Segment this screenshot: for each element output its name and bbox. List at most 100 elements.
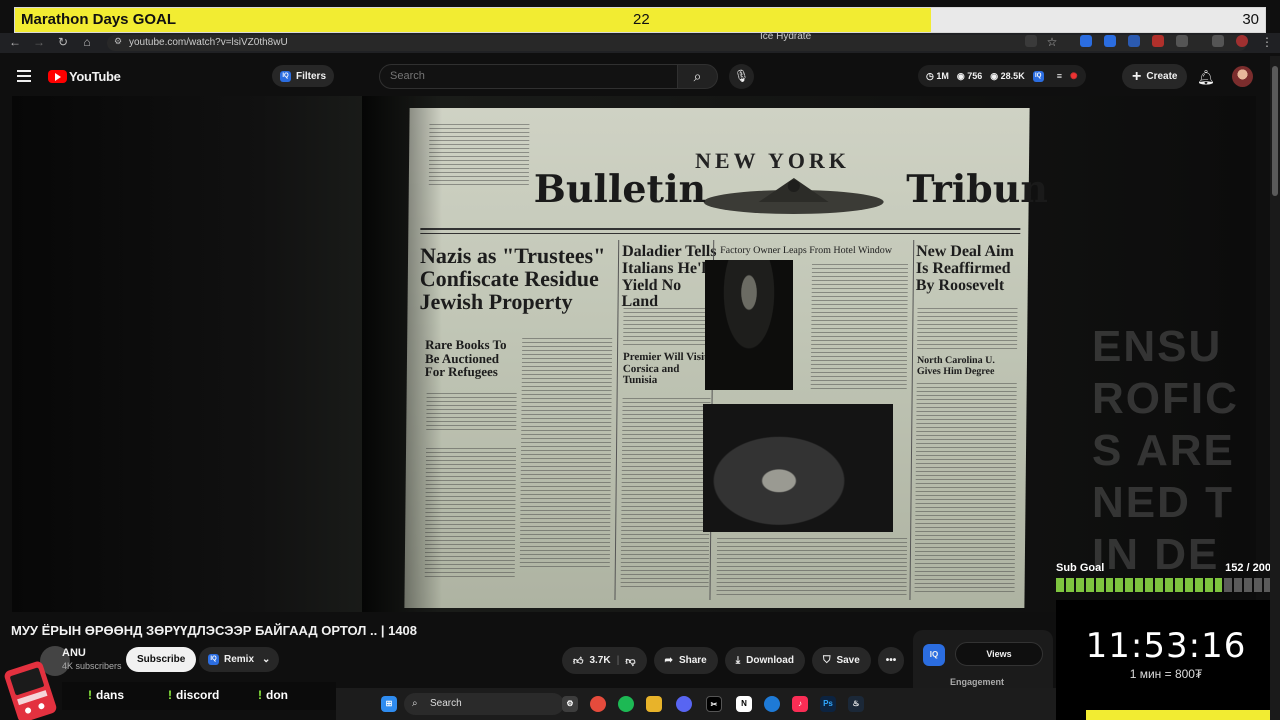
reading-list-icon[interactable] bbox=[1212, 35, 1224, 47]
sub-goal-cell bbox=[1174, 578, 1183, 592]
bookmark-star-icon[interactable]: ☆ bbox=[1045, 35, 1059, 49]
browser-menu-icon[interactable]: ⋮ bbox=[1260, 35, 1274, 49]
taskbar-search[interactable]: ⌕ Search bbox=[404, 693, 564, 715]
page-scrollbar[interactable] bbox=[1270, 56, 1280, 720]
share-icon: ➦ bbox=[664, 655, 673, 666]
reload-icon[interactable]: ↻ bbox=[56, 35, 70, 49]
marathon-goal-title: Marathon Days GOAL bbox=[21, 11, 177, 28]
url-text: youtube.com/watch?v=lsiVZ0th8wU bbox=[129, 37, 288, 48]
youtube-logo-text[interactable]: YouTube bbox=[69, 69, 121, 84]
photoshop-icon[interactable]: Ps bbox=[820, 696, 836, 712]
clock-icon: ◷ bbox=[926, 70, 934, 81]
text-column bbox=[519, 338, 613, 568]
youtube-header: YouTube IQ Filters ⌕ 🎙 ◷ 1M ◉ 756 ◉ 28.5… bbox=[0, 56, 1270, 96]
browser-toolbar: ← → ↻ ⌂ ⚙ youtube.com/watch?v=lsiVZ0th8w… bbox=[0, 31, 1280, 53]
notion-icon[interactable]: N bbox=[736, 696, 752, 712]
create-label: Create bbox=[1146, 71, 1178, 82]
video-player[interactable]: NEW YORK Bulletin Tribun Nazis as "Truste… bbox=[12, 96, 1256, 612]
sub-goal-cell bbox=[1105, 578, 1114, 592]
text-column bbox=[914, 383, 1017, 593]
thumbs-down-icon[interactable]: 👎︎ bbox=[625, 655, 635, 667]
discord-icon[interactable] bbox=[676, 696, 692, 712]
background-sign-line: ROFIC bbox=[1092, 374, 1239, 423]
background-sign-text: ENSU ROFIC S ARE NED T IN DE bbox=[1092, 321, 1239, 581]
filters-label: Filters bbox=[296, 70, 327, 82]
file-explorer-icon[interactable] bbox=[646, 696, 662, 712]
donation-rate: 1 мин = 800₮ bbox=[1129, 667, 1203, 681]
like-count: 3.7K bbox=[589, 655, 611, 666]
forward-icon[interactable]: → bbox=[32, 35, 46, 49]
sub-goal-count: 152 / 200 bbox=[1225, 562, 1271, 574]
tab-views[interactable]: Views bbox=[955, 642, 1043, 666]
more-actions-button[interactable]: ••• bbox=[877, 647, 905, 674]
search-icon: ⌕ bbox=[412, 698, 418, 709]
extension-icon[interactable] bbox=[1128, 35, 1140, 47]
search-box[interactable] bbox=[379, 64, 678, 89]
headline-nazis: Nazis as "Trustees" Confiscate Residue J… bbox=[419, 243, 606, 315]
remix-button[interactable]: IQ Remix ⌄ bbox=[199, 647, 280, 672]
youtube-logo-icon[interactable] bbox=[48, 70, 67, 83]
cast-icon[interactable] bbox=[1025, 35, 1037, 47]
engagement-label: Engagement bbox=[950, 677, 1005, 687]
windows-taskbar: ⊞ ⌕ Search ⚙ ✂ N ♪ Ps ♨ bbox=[336, 688, 1056, 720]
account-avatar[interactable] bbox=[1232, 66, 1253, 87]
search-button[interactable]: ⌕ bbox=[677, 64, 718, 89]
save-button[interactable]: ⛉ Save bbox=[811, 647, 871, 674]
music-icon[interactable]: ♪ bbox=[792, 696, 808, 712]
command-discord: ! discord bbox=[168, 688, 220, 702]
sub-goal-cell bbox=[1204, 578, 1213, 592]
download-button[interactable]: ⤓ Download bbox=[724, 647, 805, 674]
create-button[interactable]: + Create bbox=[1122, 64, 1188, 89]
marathon-goal-target: 30 bbox=[1242, 11, 1259, 28]
chrome-icon[interactable] bbox=[590, 696, 606, 712]
bookmark-icon: ⛉ bbox=[822, 655, 831, 666]
dateline-rule bbox=[420, 228, 1021, 234]
text-column bbox=[620, 398, 711, 588]
scrollbar-thumb[interactable] bbox=[1272, 66, 1278, 196]
site-info-icon[interactable]: ⚙ bbox=[111, 36, 125, 47]
home-icon[interactable]: ⌂ bbox=[80, 35, 94, 49]
windows-start-icon[interactable]: ⊞ bbox=[381, 696, 397, 712]
spotify-icon[interactable] bbox=[618, 696, 634, 712]
headline-daladier: Daladier Tells Italians He'll Yield No L… bbox=[621, 243, 717, 311]
newspaper-portrait-photo bbox=[705, 260, 793, 390]
extension-icon[interactable] bbox=[1080, 35, 1092, 47]
sub-goal-cell bbox=[1056, 578, 1064, 592]
edge-icon[interactable] bbox=[764, 696, 780, 712]
steam-icon[interactable]: ♨ bbox=[848, 696, 864, 712]
newspaper-scene-photo bbox=[703, 404, 893, 532]
sub-goal-cell bbox=[1065, 578, 1074, 592]
share-button[interactable]: ➦ Share bbox=[653, 647, 718, 674]
profile-icon[interactable] bbox=[1236, 35, 1248, 47]
mic-icon: 🎙 bbox=[733, 69, 750, 83]
menu-icon[interactable] bbox=[17, 70, 31, 85]
sub-goal-label: Sub Goal bbox=[1056, 562, 1105, 574]
background-sign-line: NED T bbox=[1092, 478, 1234, 527]
address-bar[interactable]: ⚙ youtube.com/watch?v=lsiVZ0th8wU bbox=[107, 35, 1247, 51]
sub-goal-cell bbox=[1214, 578, 1223, 592]
sub-goal-cell bbox=[1244, 578, 1253, 592]
back-icon[interactable]: ← bbox=[8, 35, 22, 49]
eye-icon: ◉ bbox=[990, 70, 999, 81]
voice-search-button[interactable]: 🎙 bbox=[729, 64, 754, 89]
filters-button[interactable]: IQ Filters bbox=[272, 65, 335, 87]
stream-timer: 11:53:16 bbox=[1085, 626, 1247, 666]
sub-goal-cell bbox=[1085, 578, 1094, 592]
sub-goal-cell bbox=[1164, 578, 1173, 592]
capcut-icon[interactable]: ✂ bbox=[706, 696, 722, 712]
stat-viewers: ◉ 756 bbox=[956, 70, 983, 81]
extensions-puzzle-icon[interactable] bbox=[1176, 35, 1188, 47]
list-icon: ≡ bbox=[1056, 71, 1062, 81]
plus-icon: + bbox=[1132, 67, 1142, 85]
more-icon: ••• bbox=[885, 655, 897, 666]
search-input[interactable] bbox=[390, 70, 660, 82]
app-icon[interactable]: ⚙ bbox=[562, 696, 578, 712]
screen: Marathon Days GOAL 22 30 ← → ↻ ⌂ ⚙ youtu… bbox=[0, 0, 1280, 720]
extension-icon[interactable] bbox=[1152, 35, 1164, 47]
extension-icon[interactable] bbox=[1104, 35, 1116, 47]
bell-icon[interactable]: 🔔︎ bbox=[1197, 69, 1215, 86]
sub-goal-widget: Sub Goal 152 / 200 bbox=[1052, 560, 1274, 596]
subscribe-button[interactable]: Subscribe bbox=[126, 647, 197, 672]
stats-pill[interactable]: ◷ 1M ◉ 756 ◉ 28.5K IQ ≡ ✺ bbox=[918, 65, 1086, 87]
like-button[interactable]: 👍︎ 3.7K | 👎︎ bbox=[562, 647, 647, 674]
